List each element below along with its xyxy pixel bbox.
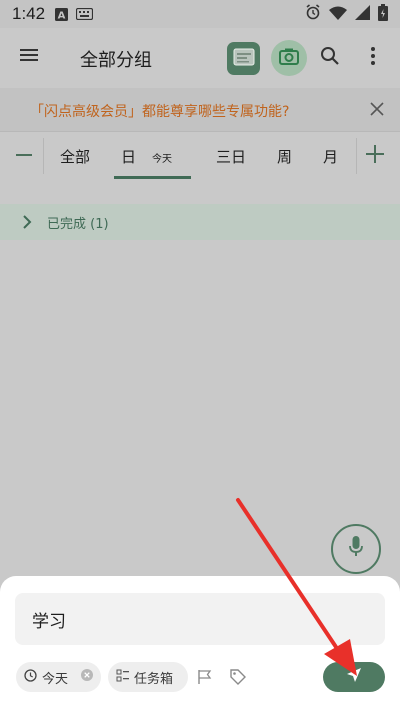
camera-button[interactable] bbox=[271, 40, 307, 76]
battery-icon bbox=[378, 3, 388, 25]
grid-list-icon bbox=[116, 669, 129, 686]
send-icon bbox=[346, 667, 362, 687]
scan-button[interactable] bbox=[227, 42, 260, 75]
close-icon[interactable] bbox=[370, 101, 384, 120]
alarm-icon bbox=[305, 4, 321, 24]
tab-three-day[interactable]: 三日 bbox=[216, 146, 246, 167]
signal-icon bbox=[355, 4, 370, 24]
due-date-label: 今天 bbox=[42, 671, 69, 687]
task-title-input[interactable] bbox=[15, 593, 385, 645]
chevron-right-icon bbox=[22, 214, 32, 234]
wifi-icon bbox=[329, 5, 347, 24]
tab-selected-indicator bbox=[114, 176, 191, 179]
menu-icon[interactable] bbox=[20, 48, 40, 68]
a-notification-icon: A bbox=[55, 7, 69, 21]
voice-input-button[interactable] bbox=[331, 524, 381, 574]
scan-icon bbox=[233, 48, 255, 70]
due-date-chip[interactable]: 今天 bbox=[16, 662, 101, 692]
keyboard-icon bbox=[76, 8, 94, 20]
tab-day[interactable]: 日 bbox=[121, 146, 136, 167]
svg-text:A: A bbox=[58, 10, 66, 21]
search-icon[interactable] bbox=[320, 46, 340, 70]
tab-month[interactable]: 月 bbox=[323, 146, 338, 167]
status-bar: 1:42 A bbox=[0, 0, 400, 28]
tab-divider bbox=[43, 138, 44, 174]
clock-icon bbox=[24, 668, 37, 686]
tab-all[interactable]: 全部 bbox=[60, 146, 90, 167]
promo-text[interactable]: 「闪点高级会员」都能尊享哪些专属功能? bbox=[30, 101, 289, 121]
tab-divider bbox=[356, 138, 357, 174]
send-button[interactable] bbox=[323, 662, 385, 692]
tab-week[interactable]: 周 bbox=[277, 146, 292, 167]
clear-date-icon[interactable] bbox=[81, 669, 93, 685]
app-bar: 全部分组 bbox=[0, 28, 400, 88]
mic-icon bbox=[349, 536, 363, 562]
status-time: 1:42 bbox=[12, 4, 46, 23]
completed-group[interactable]: 已完成 (1) bbox=[0, 204, 400, 240]
tab-day-sub: 今天 bbox=[152, 154, 172, 165]
plus-icon[interactable] bbox=[366, 145, 384, 167]
view-tabs: 全部 日 今天 三日 周 月 bbox=[0, 132, 400, 180]
camera-icon bbox=[279, 48, 299, 69]
task-composer-sheet: 今天 任务箱 bbox=[0, 576, 400, 710]
tag-icon[interactable] bbox=[229, 668, 247, 690]
task-box-chip[interactable]: 任务箱 bbox=[108, 662, 188, 692]
status-right bbox=[305, 3, 388, 25]
completed-label: 已完成 (1) bbox=[47, 217, 109, 232]
more-vert-icon[interactable] bbox=[370, 46, 376, 70]
flag-icon[interactable] bbox=[197, 669, 213, 689]
minus-icon[interactable] bbox=[16, 147, 32, 167]
app-title[interactable]: 全部分组 bbox=[80, 46, 152, 72]
promo-banner[interactable]: 「闪点高级会员」都能尊享哪些专属功能? bbox=[0, 88, 400, 132]
task-box-label: 任务箱 bbox=[134, 671, 174, 687]
